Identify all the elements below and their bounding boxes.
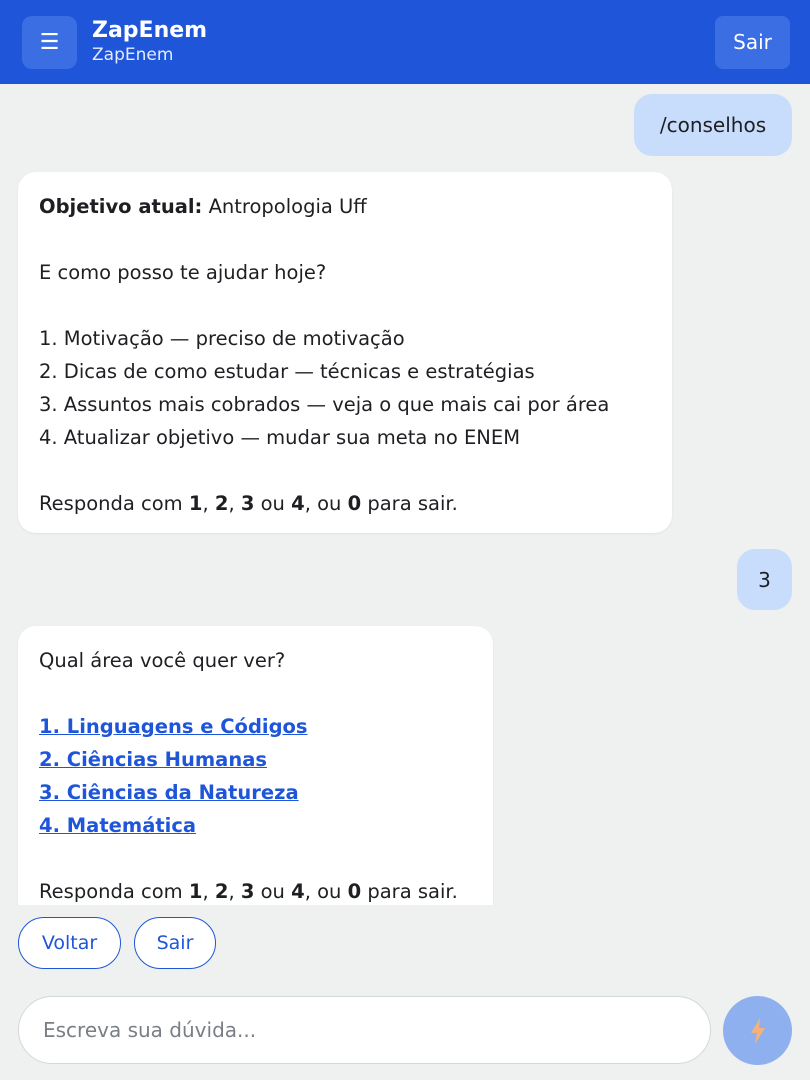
user-message: /conselhos	[634, 94, 792, 156]
hamburger-icon: ☰	[39, 29, 60, 55]
menu-button[interactable]: ☰	[22, 15, 77, 69]
exit-button[interactable]: Sair	[134, 917, 216, 969]
header-titles: ZapEnem ZapEnem	[92, 18, 207, 66]
menu-option: 3. Assuntos mais cobrados — veja o que m…	[39, 393, 610, 416]
app-subtitle: ZapEnem	[92, 45, 174, 65]
goal-line: Objetivo atual: Antropologia Uff	[39, 190, 651, 223]
goal-value: Antropologia Uff	[208, 195, 367, 218]
logout-button[interactable]: Sair	[715, 15, 790, 69]
bot-prompt: Qual área você quer ver?	[39, 649, 286, 672]
user-message: 3	[737, 549, 792, 610]
bot-message: Objetivo atual: Antropologia Uff E como …	[18, 172, 672, 533]
menu-option: 1. Motivação — preciso de motivação	[39, 327, 405, 350]
menu-option: 2. Dicas de como estudar — técnicas e es…	[39, 360, 535, 383]
send-button[interactable]	[723, 996, 792, 1065]
area-link-natureza[interactable]: 3. Ciências da Natureza	[39, 781, 299, 804]
menu-option: 4. Atualizar objetivo — mudar sua meta n…	[39, 426, 521, 449]
goal-label: Objetivo atual:	[39, 195, 203, 218]
bot-prompt: E como posso te ajudar hoje?	[39, 261, 327, 284]
area-link-humanas[interactable]: 2. Ciências Humanas	[39, 748, 267, 771]
message-input[interactable]	[43, 1018, 686, 1042]
lightning-bolt-icon	[750, 1017, 765, 1044]
area-link-matematica[interactable]: 4. Matemática	[39, 814, 196, 837]
area-link-linguagens[interactable]: 1. Linguagens e Códigos	[39, 715, 308, 738]
app-title: ZapEnem	[92, 18, 208, 43]
message-composer	[18, 996, 711, 1064]
reply-instructions: Responda com 1, 2, 3 ou 4, ou 0 para sai…	[39, 492, 458, 515]
app-header: ☰ ZapEnem ZapEnem Sair	[0, 0, 810, 84]
back-button[interactable]: Voltar	[18, 917, 121, 969]
reply-instructions: Responda com 1, 2, 3 ou 4, ou 0 para sai…	[39, 880, 458, 903]
quick-replies: Voltar Sair	[18, 917, 216, 969]
bot-message: Qual área você quer ver? 1. Linguagens e…	[18, 626, 493, 905]
chat-area[interactable]: /conselhos Objetivo atual: Antropologia …	[0, 84, 810, 905]
